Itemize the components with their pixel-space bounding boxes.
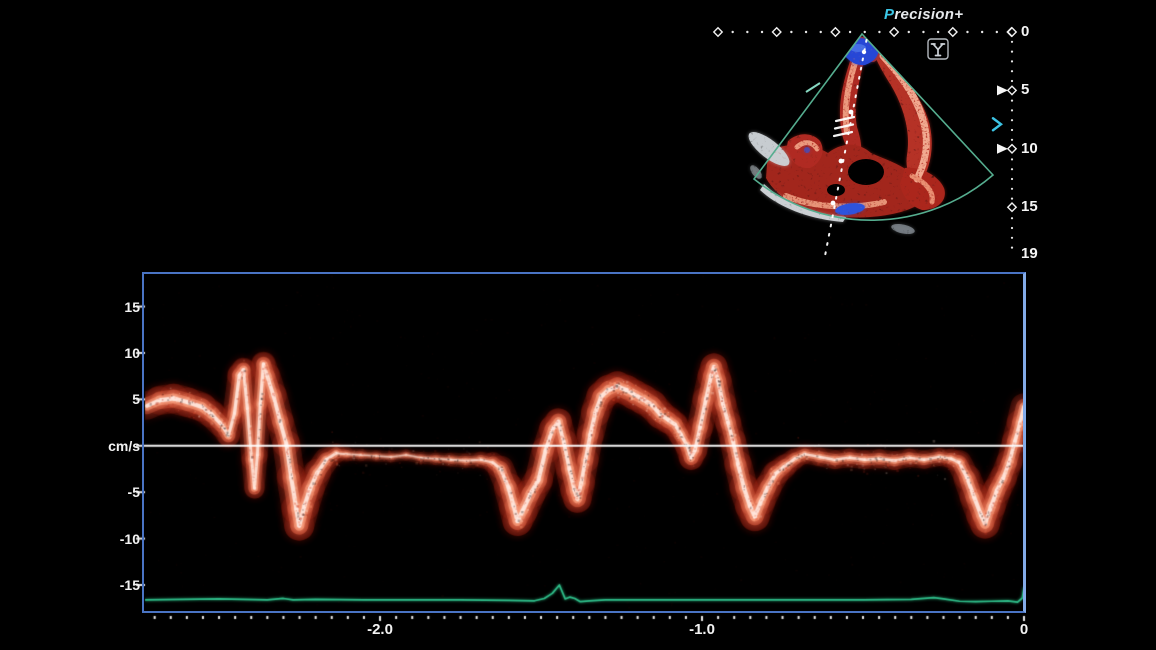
2d-echo-image[interactable] xyxy=(0,0,1156,270)
y-axis-tick-label: 5 xyxy=(60,390,140,408)
x-axis-tick-label: -1.0 xyxy=(667,621,737,639)
ruler-diamond-marker xyxy=(773,28,781,36)
ruler-diamond-marker xyxy=(1008,145,1016,153)
focus-triangle-icon xyxy=(997,144,1008,154)
probe-orientation-icon xyxy=(928,39,948,59)
focus-depth-markers xyxy=(993,85,1008,153)
ruler-diamond-marker xyxy=(714,28,722,36)
y-axis-tick-label: 15 xyxy=(60,298,140,316)
ruler-diamond-marker xyxy=(1008,86,1016,94)
ultrasound-screen: 15105cm/s-5-10-15 -2.0-1.00 05101519 Pre… xyxy=(0,0,1156,650)
x-axis-tick-label: -2.0 xyxy=(345,621,415,639)
focus-triangle-icon xyxy=(997,85,1008,95)
depth-pointer-chevron-icon xyxy=(993,118,1001,130)
y-axis-unit-label: cm/s xyxy=(60,437,140,455)
x-axis-tick-label: 0 xyxy=(989,621,1059,639)
ruler-diamond-marker xyxy=(1008,28,1016,36)
ruler-diamond-marker xyxy=(890,28,898,36)
depth-scale-ruler xyxy=(1008,28,1016,249)
y-axis-tick-label: 10 xyxy=(60,344,140,362)
ruler-diamond-marker xyxy=(1008,203,1016,211)
y-axis-tick-label: -5 xyxy=(60,483,140,501)
sector-edge-tick xyxy=(806,83,820,92)
y-axis-tick-label: -10 xyxy=(60,530,140,548)
ruler-diamond-marker xyxy=(831,28,839,36)
y-axis-tick-label: -15 xyxy=(60,576,140,594)
horizontal-scale-ruler xyxy=(714,28,1016,36)
ruler-diamond-marker xyxy=(949,28,957,36)
